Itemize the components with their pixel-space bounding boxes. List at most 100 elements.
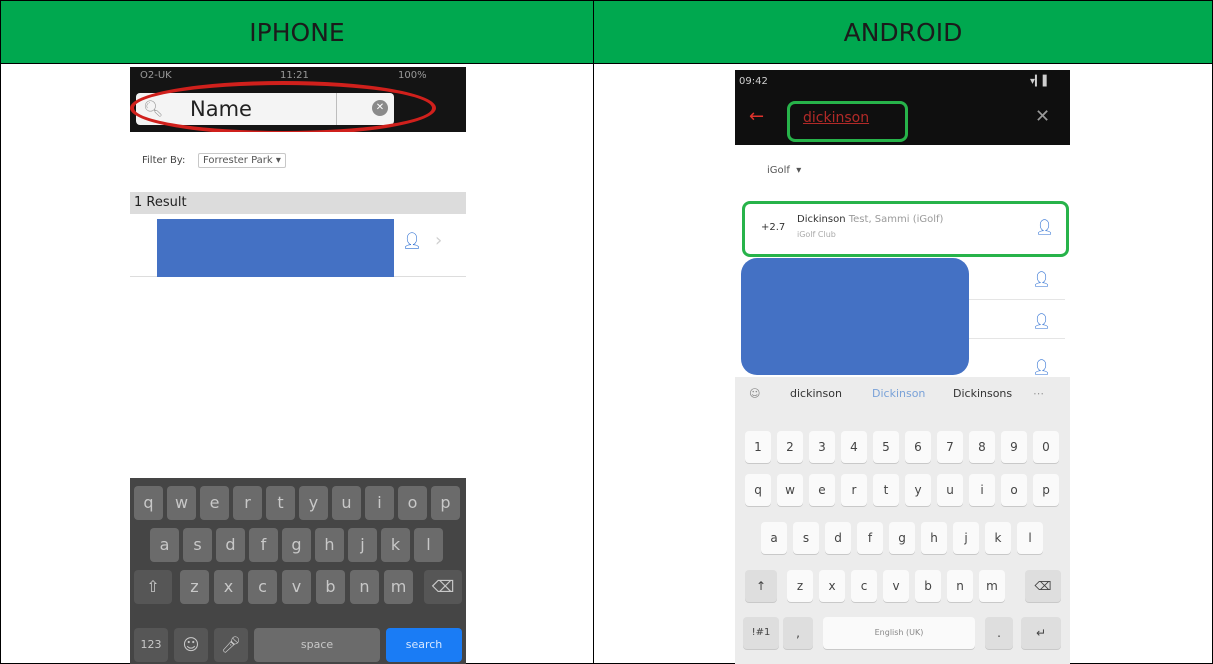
more-icon[interactable]: ⋯: [1033, 377, 1044, 411]
key-n[interactable]: n: [350, 570, 379, 604]
key-l[interactable]: l: [414, 528, 443, 562]
list-item[interactable]: 👤︎ ›: [130, 215, 466, 277]
numbers-key[interactable]: 123: [134, 628, 168, 662]
key-k[interactable]: k: [985, 522, 1011, 554]
key-a[interactable]: a: [761, 522, 787, 554]
android-keyboard: ☺ dickinson Dickinson Dickinsons ⋯ 12345…: [735, 377, 1070, 664]
close-icon[interactable]: ✕: [1035, 106, 1050, 127]
suggestion-2[interactable]: Dickinson: [872, 377, 925, 411]
shift-key[interactable]: ⇧: [134, 570, 172, 604]
key-s[interactable]: s: [183, 528, 212, 562]
key-m[interactable]: m: [384, 570, 413, 604]
add-user-icon[interactable]: 👤︎: [1032, 312, 1051, 330]
search-key[interactable]: search: [386, 628, 462, 662]
key-o[interactable]: o: [398, 486, 427, 520]
key-y[interactable]: y: [299, 486, 328, 520]
key-5[interactable]: 5: [873, 431, 899, 463]
result-row[interactable]: +2.7 Dickinson Test, Sammi (iGolf) iGolf…: [742, 201, 1069, 257]
key-7[interactable]: 7: [937, 431, 963, 463]
filter-dropdown[interactable]: Forrester Park ▾: [198, 153, 286, 168]
key-x[interactable]: x: [214, 570, 243, 604]
key-4[interactable]: 4: [841, 431, 867, 463]
key-p[interactable]: p: [431, 486, 460, 520]
comma-key[interactable]: ,: [783, 617, 813, 649]
shift-key[interactable]: ↑: [745, 570, 777, 602]
add-user-icon[interactable]: 👤︎: [1035, 218, 1054, 236]
key-g[interactable]: g: [889, 522, 915, 554]
key-e[interactable]: e: [809, 474, 835, 506]
key-j[interactable]: j: [953, 522, 979, 554]
key-1[interactable]: 1: [745, 431, 771, 463]
add-user-icon[interactable]: 👤︎: [1032, 270, 1051, 288]
emoji-key[interactable]: ☺: [174, 628, 208, 662]
add-user-icon[interactable]: 👤︎: [402, 231, 422, 250]
key-o[interactable]: o: [1001, 474, 1027, 506]
key-b[interactable]: b: [915, 570, 941, 602]
key-q[interactable]: q: [745, 474, 771, 506]
key-m[interactable]: m: [979, 570, 1005, 602]
key-r[interactable]: r: [233, 486, 262, 520]
key-b[interactable]: b: [316, 570, 345, 604]
back-arrow-icon[interactable]: ←: [749, 106, 764, 127]
key-0[interactable]: 0: [1033, 431, 1059, 463]
key-e[interactable]: e: [200, 486, 229, 520]
key-z[interactable]: z: [180, 570, 209, 604]
key-c[interactable]: c: [851, 570, 877, 602]
suggestion-1[interactable]: dickinson: [790, 377, 842, 411]
key-k[interactable]: k: [381, 528, 410, 562]
space-key[interactable]: space: [254, 628, 380, 662]
backspace-key[interactable]: ⌫: [1025, 570, 1061, 602]
key-t[interactable]: t: [873, 474, 899, 506]
key-f[interactable]: f: [857, 522, 883, 554]
emoji-icon[interactable]: ☺: [749, 377, 760, 411]
key-j[interactable]: j: [348, 528, 377, 562]
key-s[interactable]: s: [793, 522, 819, 554]
key-w[interactable]: w: [167, 486, 196, 520]
period-key[interactable]: .: [985, 617, 1013, 649]
mic-key[interactable]: 🎤︎: [214, 628, 248, 662]
add-user-icon[interactable]: 👤︎: [1032, 358, 1051, 376]
key-t[interactable]: t: [266, 486, 295, 520]
key-8[interactable]: 8: [969, 431, 995, 463]
battery-label: 100%: [398, 70, 427, 81]
key-l[interactable]: l: [1017, 522, 1043, 554]
key-c[interactable]: c: [248, 570, 277, 604]
key-z[interactable]: z: [787, 570, 813, 602]
results-header: 1 Result: [130, 192, 466, 214]
highlight-oval: [130, 81, 436, 135]
android-filter-dropdown[interactable]: iGolf ▾: [767, 165, 801, 176]
key-n[interactable]: n: [947, 570, 973, 602]
key-h[interactable]: h: [315, 528, 344, 562]
key-h[interactable]: h: [921, 522, 947, 554]
key-r[interactable]: r: [841, 474, 867, 506]
backspace-key[interactable]: ⌫: [424, 570, 462, 604]
key-p[interactable]: p: [1033, 474, 1059, 506]
key-i[interactable]: i: [365, 486, 394, 520]
enter-key[interactable]: ↵: [1021, 617, 1061, 649]
key-u[interactable]: u: [332, 486, 361, 520]
key-f[interactable]: f: [249, 528, 278, 562]
key-d[interactable]: d: [825, 522, 851, 554]
key-v[interactable]: v: [282, 570, 311, 604]
key-i[interactable]: i: [969, 474, 995, 506]
space-key[interactable]: English (UK): [823, 617, 975, 649]
symbols-key[interactable]: !#1: [743, 617, 779, 649]
key-q[interactable]: q: [134, 486, 163, 520]
key-w[interactable]: w: [777, 474, 803, 506]
key-9[interactable]: 9: [1001, 431, 1027, 463]
key-g[interactable]: g: [282, 528, 311, 562]
key-3[interactable]: 3: [809, 431, 835, 463]
player-name: Dickinson Test, Sammi (iGolf): [797, 214, 943, 225]
keyboard-number-row: 1234567890: [735, 431, 1070, 465]
key-x[interactable]: x: [819, 570, 845, 602]
key-6[interactable]: 6: [905, 431, 931, 463]
keyboard-row-4: !#1 , English (UK) . ↵: [735, 617, 1070, 651]
key-v[interactable]: v: [883, 570, 909, 602]
time-label: 09:42: [739, 76, 768, 87]
key-a[interactable]: a: [150, 528, 179, 562]
key-u[interactable]: u: [937, 474, 963, 506]
key-d[interactable]: d: [216, 528, 245, 562]
suggestion-3[interactable]: Dickinsons: [953, 377, 1012, 411]
key-2[interactable]: 2: [777, 431, 803, 463]
key-y[interactable]: y: [905, 474, 931, 506]
